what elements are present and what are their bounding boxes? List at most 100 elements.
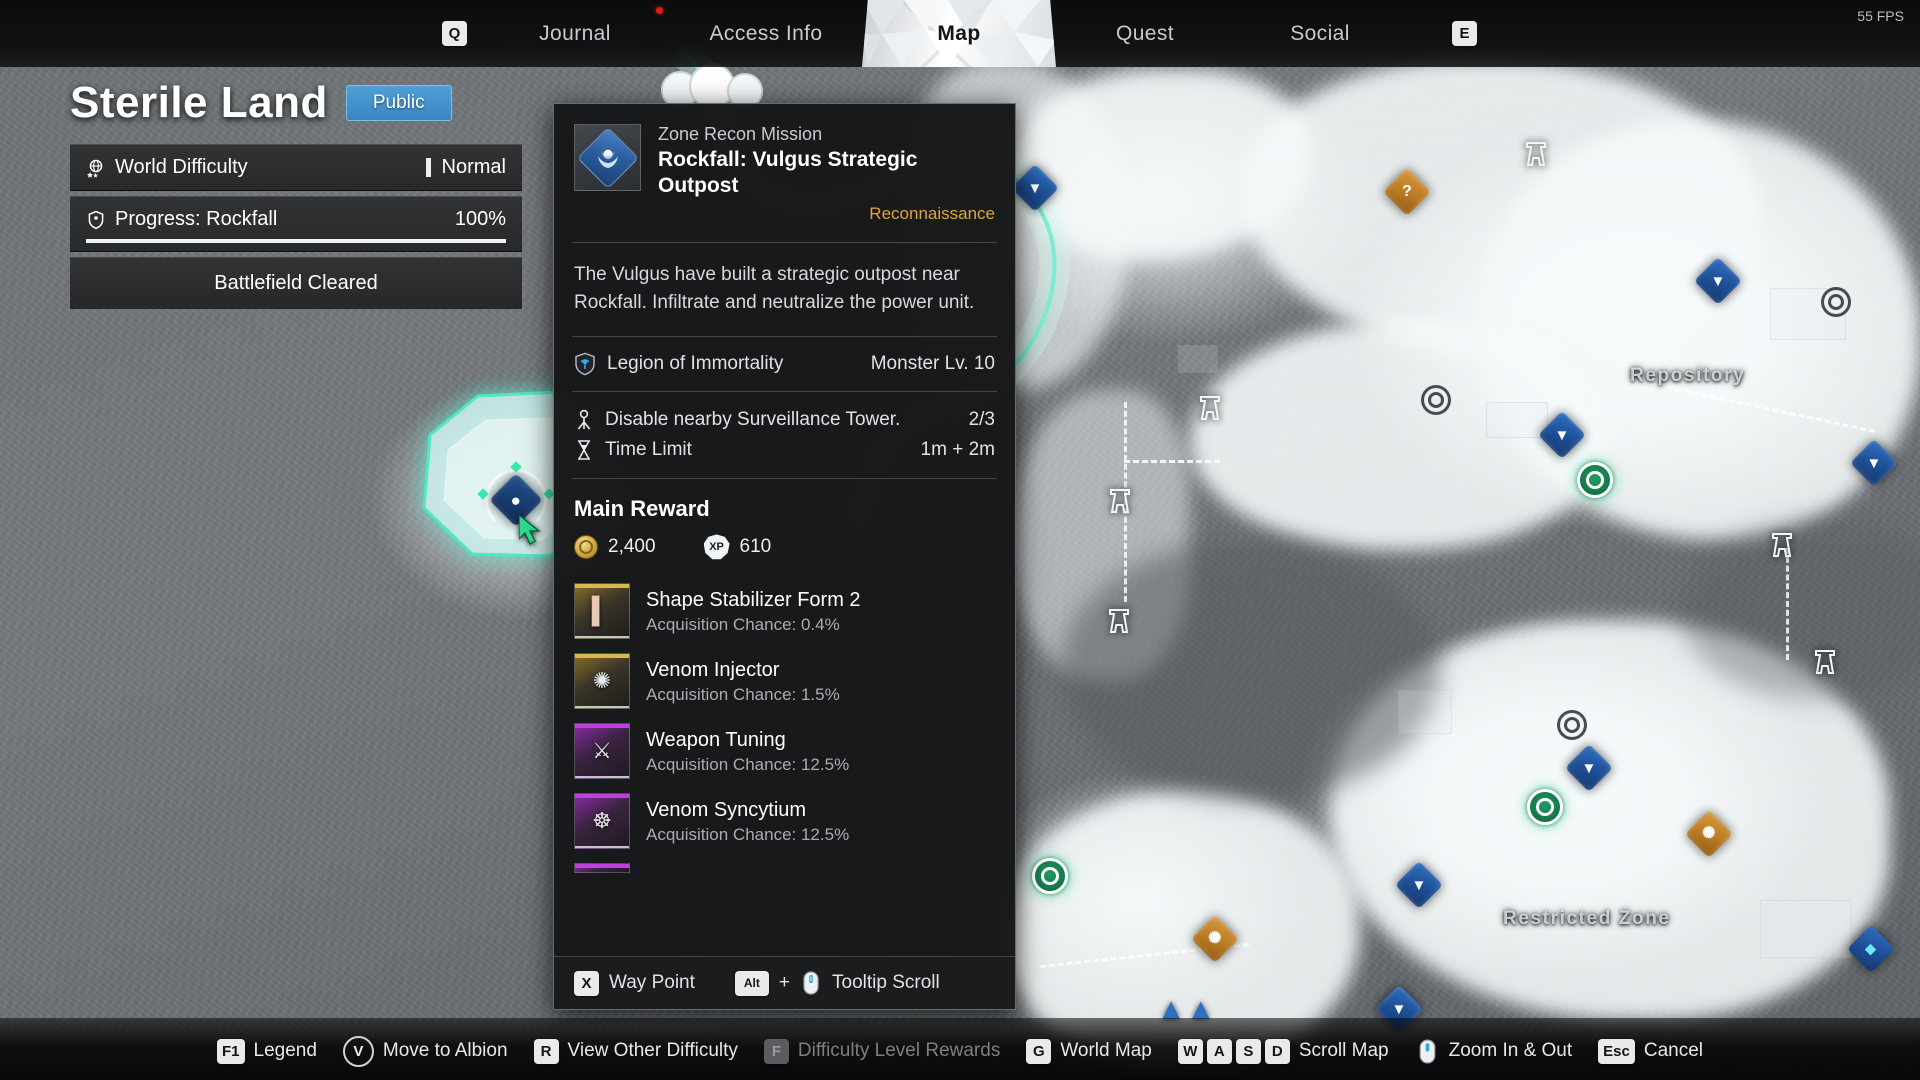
mission-kicker: Zone Recon Mission xyxy=(658,124,823,144)
bookmark-icon: ▼ xyxy=(1027,179,1043,197)
objective-marker[interactable] xyxy=(1577,462,1613,498)
wasd-keycaps: W A S D xyxy=(1177,1038,1290,1064)
unknown-marker[interactable]: ? xyxy=(1382,167,1432,217)
map-road xyxy=(1786,548,1789,660)
map-structure xyxy=(1178,345,1218,373)
camp-marker[interactable]: ✺ xyxy=(1190,914,1240,964)
prev-tab-key[interactable]: Q xyxy=(442,21,467,46)
tab-quest-label: Quest xyxy=(1115,21,1175,45)
item-thumbnail: ▍ xyxy=(574,583,630,640)
rarity-bar xyxy=(575,724,629,729)
reward-item-row[interactable]: ✺ Venom Injector Acquisition Chance: 1.5… xyxy=(554,646,1015,716)
page-title: Sterile Land xyxy=(70,78,328,127)
zone-stats-stack: World Difficulty Normal Progress: Rockfa… xyxy=(70,144,522,309)
item-thumbnail xyxy=(574,863,630,874)
bookmark-marker[interactable]: ▼ xyxy=(1849,438,1899,488)
action-cancel[interactable]: Esc Cancel xyxy=(1598,1038,1703,1064)
status-badge[interactable]: Public xyxy=(345,85,452,121)
zone-info-panel: Sterile Land Public World Difficulty Nor… xyxy=(70,78,522,309)
world-difficulty-value-group: Normal xyxy=(425,156,506,179)
map-structure xyxy=(1486,402,1548,438)
bookmark-marker[interactable]: ▼ xyxy=(1693,256,1743,306)
objective-row: Time Limit 1m + 2m xyxy=(574,435,995,465)
item-bottom-bar xyxy=(575,846,629,849)
zone-title-row: Sterile Land Public xyxy=(70,78,522,128)
rock-formation xyxy=(1060,540,1440,800)
target-ring-icon xyxy=(1032,858,1068,894)
rarity-bar xyxy=(575,794,629,799)
mouse-cursor xyxy=(519,515,541,545)
tooltip-scroll-area[interactable]: Zone Recon Mission Rockfall: Vulgus Stra… xyxy=(554,104,1015,956)
keycap-s: S xyxy=(1235,1038,1261,1064)
action-world-map-label: World Map xyxy=(1060,1040,1152,1061)
tooltip-header: Zone Recon Mission Rockfall: Vulgus Stra… xyxy=(554,104,1015,242)
action-world-map[interactable]: G World Map xyxy=(1026,1038,1152,1064)
tooltip-footer: X Way Point Alt + Tooltip Scroll xyxy=(554,956,1015,1009)
action-legend-label: Legend xyxy=(253,1040,317,1061)
action-scroll-map[interactable]: W A S D Scroll Map xyxy=(1177,1038,1389,1064)
action-zoom[interactable]: Zoom In & Out xyxy=(1415,1038,1573,1065)
bookmark-marker[interactable]: ▼ xyxy=(1564,743,1614,793)
objective-row: Disable nearby Surveillance Tower. 2/3 xyxy=(574,405,995,435)
facility-gear-icon xyxy=(1421,385,1451,415)
target-ring-icon xyxy=(1577,462,1613,498)
objective-label: Disable nearby Surveillance Tower. xyxy=(605,409,901,431)
action-legend[interactable]: F1 Legend xyxy=(216,1038,317,1064)
journal-notification-dot xyxy=(656,7,663,14)
faction-shield-icon xyxy=(575,352,595,376)
bookmark-icon: ▼ xyxy=(1866,454,1882,472)
question-mark-icon: ? xyxy=(1402,183,1412,200)
action-zoom-label: Zoom In & Out xyxy=(1448,1040,1573,1061)
bookmark-marker[interactable]: ▼ xyxy=(1537,410,1587,460)
reward-item-row[interactable]: ⚔ Weapon Tuning Acquisition Chance: 12.5… xyxy=(554,716,1015,786)
item-name: Venom Injector xyxy=(646,658,780,681)
gold-amount: 2,400 xyxy=(608,536,656,558)
item-chance: Acquisition Chance: 0.4% xyxy=(646,614,840,634)
objective-progress: 1m + 2m xyxy=(920,439,995,461)
waypoint-action[interactable]: X Way Point xyxy=(574,970,695,996)
camp-marker[interactable]: ✺ xyxy=(1684,809,1734,859)
bookmark-icon: ▼ xyxy=(1391,1000,1407,1018)
tab-journal-label: Journal xyxy=(539,21,611,45)
faction-name: Legion of Immortality xyxy=(607,353,784,375)
monster-level: Monster Lv. 10 xyxy=(870,353,995,375)
map-structure xyxy=(1398,690,1452,734)
keycap-x: X xyxy=(574,970,599,996)
rarity-bar xyxy=(575,584,629,589)
surveillance-tower-icon xyxy=(1772,533,1792,557)
reward-item-row-partial[interactable] xyxy=(554,856,1015,874)
item-chance: Acquisition Chance: 12.5% xyxy=(646,824,850,844)
top-navigation-bar: Q Journal Access Info Map Quest Social E xyxy=(0,0,1920,67)
bookmark-icon: ▼ xyxy=(1554,426,1570,444)
action-view-other-difficulty[interactable]: R View Other Difficulty xyxy=(533,1038,738,1064)
item-name: Weapon Tuning xyxy=(646,728,786,751)
tab-journal[interactable]: Journal xyxy=(510,0,640,67)
bookmark-marker[interactable]: ▼ xyxy=(1010,163,1060,213)
bookmark-marker[interactable]: ▼ xyxy=(1394,860,1444,910)
currency-rewards: 2,400 XP 610 xyxy=(554,532,1015,576)
reward-item-row[interactable]: ▍ Shape Stabilizer Form 2 Acquisition Ch… xyxy=(554,576,1015,646)
target-ring-icon xyxy=(1527,789,1563,825)
mission-type-label: Reconnaissance xyxy=(869,204,995,224)
facility-gear-icon xyxy=(1557,710,1587,740)
crystal-marker[interactable]: ◆ xyxy=(1846,924,1896,974)
mouse-wheel-icon xyxy=(1419,1038,1435,1064)
bookmark-icon: ▼ xyxy=(1411,876,1427,894)
gold-coin-icon xyxy=(574,535,598,560)
next-tab-key[interactable]: E xyxy=(1452,21,1477,46)
tooltip-scroll-action[interactable]: Alt + Tooltip Scroll xyxy=(734,970,940,996)
region-label-restricted-zone: Restricted Zone xyxy=(1503,908,1671,929)
objective-marker[interactable] xyxy=(1032,858,1068,894)
tab-access-info[interactable]: Access Info xyxy=(676,0,856,67)
fps-counter: 55 FPS xyxy=(1857,8,1904,24)
tab-social[interactable]: Social xyxy=(1250,0,1390,67)
world-difficulty-row[interactable]: World Difficulty Normal xyxy=(70,144,522,191)
item-bottom-bar xyxy=(575,636,629,639)
tab-quest[interactable]: Quest xyxy=(1080,0,1210,67)
objective-marker[interactable] xyxy=(1527,789,1563,825)
region-label-repository: Repository xyxy=(1630,365,1746,386)
action-move-to-albion[interactable]: V Move to Albion xyxy=(342,1035,508,1067)
action-view-other-difficulty-label: View Other Difficulty xyxy=(567,1040,738,1061)
tab-map[interactable]: Map xyxy=(862,0,1056,67)
reward-item-row[interactable]: ☸ Venom Syncytium Acquisition Chance: 12… xyxy=(554,786,1015,856)
